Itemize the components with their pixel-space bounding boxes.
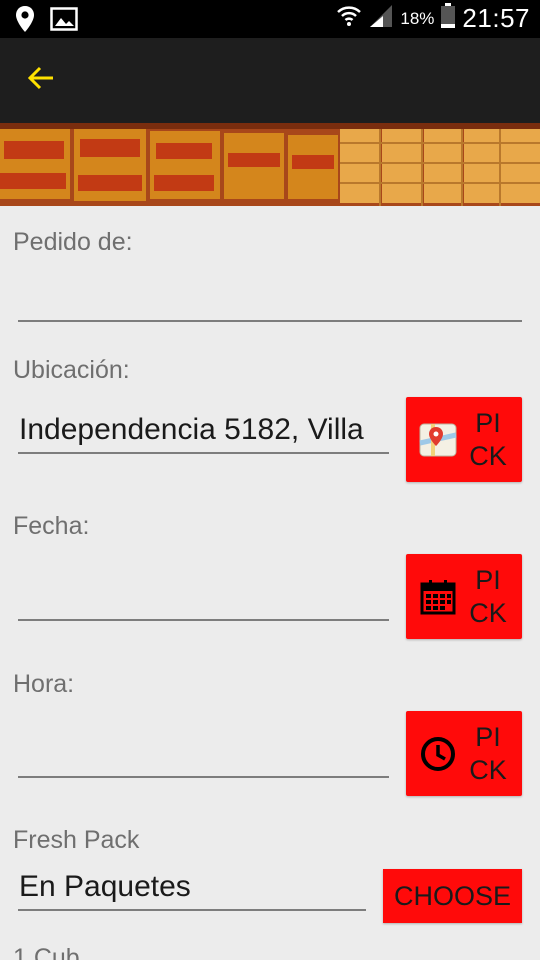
fecha-label: Fecha: (13, 512, 90, 540)
header-banner-image (0, 123, 540, 206)
freshpack-label: Fresh Pack (13, 826, 140, 854)
wifi-icon (336, 3, 362, 34)
arrow-left-icon (27, 65, 55, 96)
location-pin-icon (14, 5, 36, 38)
toolbar (0, 38, 540, 123)
pick-time-label: PICK (469, 721, 507, 785)
calendar-icon (416, 575, 460, 619)
ubicacion-input[interactable]: Independencia 5182, Villa (18, 410, 389, 454)
back-button[interactable] (18, 60, 64, 100)
choose-button[interactable]: CHOOSE (383, 869, 522, 923)
clock: 21:57 (462, 3, 530, 33)
clock-icon (416, 732, 460, 776)
ubicacion-label: Ubicación: (13, 356, 130, 384)
signal-icon (368, 3, 394, 34)
fecha-input[interactable] (18, 577, 389, 621)
battery-icon (440, 3, 456, 34)
hora-label: Hora: (13, 670, 75, 698)
image-icon (50, 7, 78, 36)
status-bar: 18% 21:57 (0, 0, 540, 38)
hora-input[interactable] (18, 734, 389, 778)
pick-date-button[interactable]: PICK (406, 554, 522, 639)
pick-date-label: PICK (469, 564, 507, 628)
pedido-input[interactable] (18, 278, 522, 322)
pedido-label: Pedido de: (13, 228, 133, 256)
battery-percent: 18% (400, 8, 435, 28)
map-pin-icon (416, 418, 460, 462)
next-field-label: 1 Cub (13, 944, 80, 960)
pick-location-button[interactable]: PICK (406, 397, 522, 482)
freshpack-input[interactable]: En Paquetes (18, 867, 366, 911)
pick-time-button[interactable]: PICK (406, 711, 522, 796)
pick-location-label: PICK (469, 407, 507, 471)
